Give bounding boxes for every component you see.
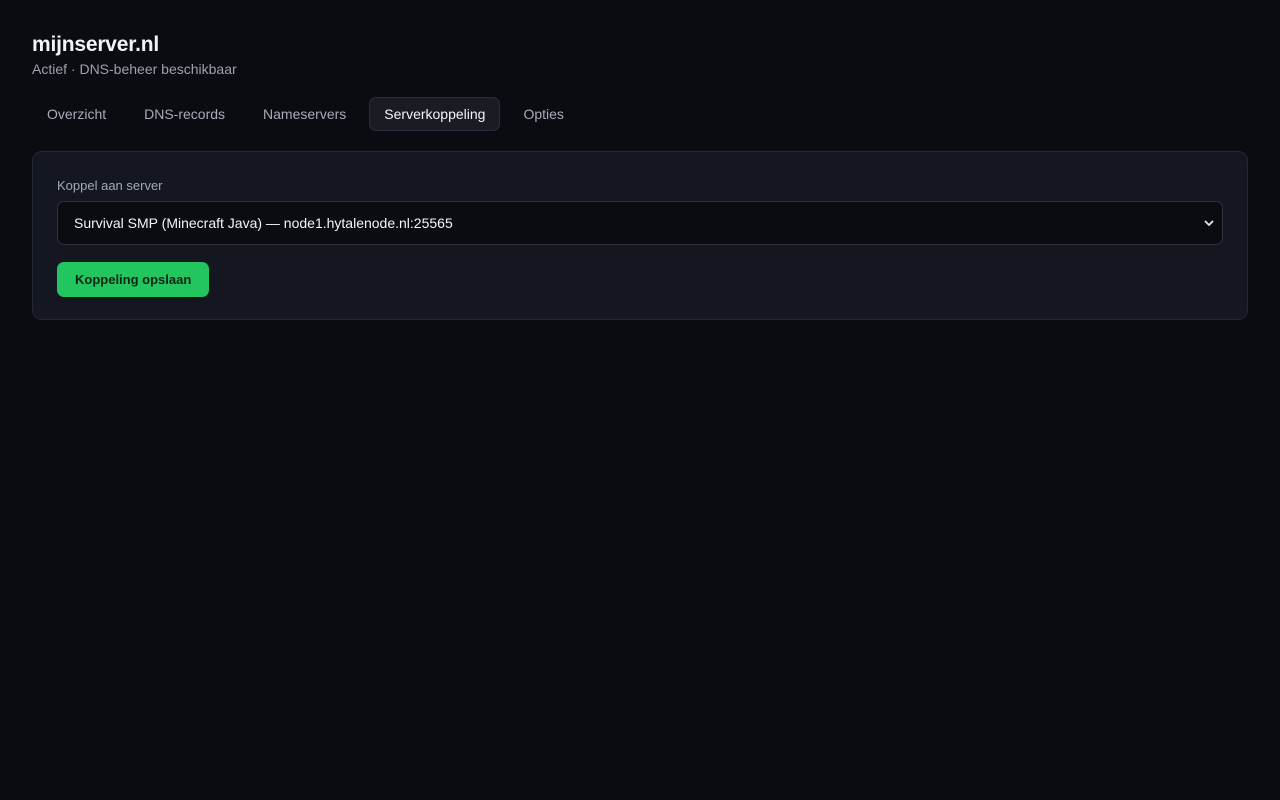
tab-overzicht[interactable]: Overzicht (32, 97, 121, 131)
server-select[interactable]: Survival SMP (Minecraft Java) — node1.hy… (57, 201, 1223, 245)
domain-status: Actief · DNS-beheer beschikbaar (32, 61, 237, 77)
save-link-button[interactable]: Koppeling opslaan (57, 262, 210, 297)
tab-dns-records[interactable]: DNS-records (129, 97, 240, 131)
chevron-down-icon (1202, 216, 1216, 230)
domain-header: mijnserver.nl Actief · DNS-beheer beschi… (32, 33, 1248, 78)
server-link-card: Koppel aan server Survival SMP (Minecraf… (32, 151, 1248, 320)
domain-title: mijnserver.nl (32, 33, 159, 56)
server-select-value: Survival SMP (Minecraft Java) — node1.hy… (74, 215, 453, 231)
tab-opties[interactable]: Opties (508, 97, 578, 131)
tab-nameservers[interactable]: Nameservers (248, 97, 361, 131)
tab-bar: Overzicht DNS-records Nameservers Server… (32, 97, 1248, 131)
page: mijnserver.nl Actief · DNS-beheer beschi… (0, 0, 1280, 800)
tab-serverkoppeling[interactable]: Serverkoppeling (369, 97, 501, 131)
server-select-label: Koppel aan server (57, 178, 163, 193)
